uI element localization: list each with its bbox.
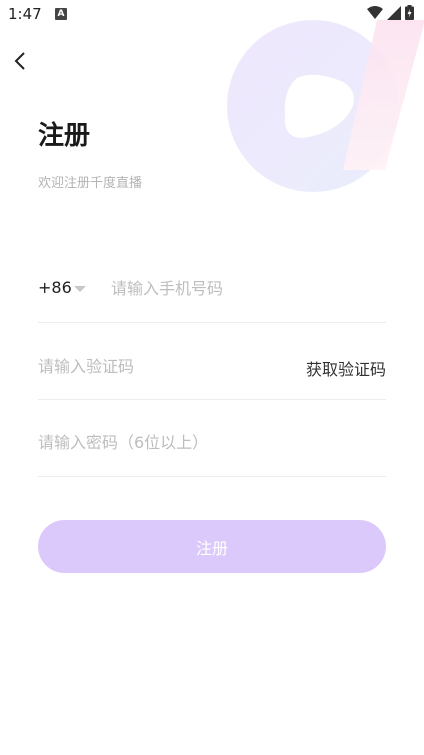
country-code-select[interactable]: +86 — [38, 278, 72, 297]
signal-icon — [387, 5, 401, 20]
page-subtitle: 欢迎注册千度直播 — [38, 176, 143, 191]
back-button[interactable] — [8, 48, 34, 74]
caret-down-icon[interactable] — [74, 286, 86, 292]
verification-code-input[interactable] — [38, 354, 278, 378]
phone-row: +86 — [38, 262, 386, 323]
get-code-button[interactable]: 获取验证码 — [306, 356, 386, 380]
register-button[interactable]: 注册 — [38, 520, 386, 573]
status-time: 1:47 — [8, 5, 42, 23]
battery-icon — [405, 5, 414, 20]
page-title: 注册 — [38, 121, 91, 151]
notification-icon: A — [55, 8, 67, 20]
password-input[interactable] — [38, 430, 378, 454]
status-icons — [367, 5, 414, 20]
brand-logo-watermark — [227, 20, 424, 192]
phone-input[interactable] — [111, 276, 381, 300]
wifi-icon — [367, 5, 383, 19]
password-row — [38, 416, 386, 477]
verification-code-row: 获取验证码 — [38, 340, 386, 400]
chevron-left-icon — [14, 52, 25, 70]
